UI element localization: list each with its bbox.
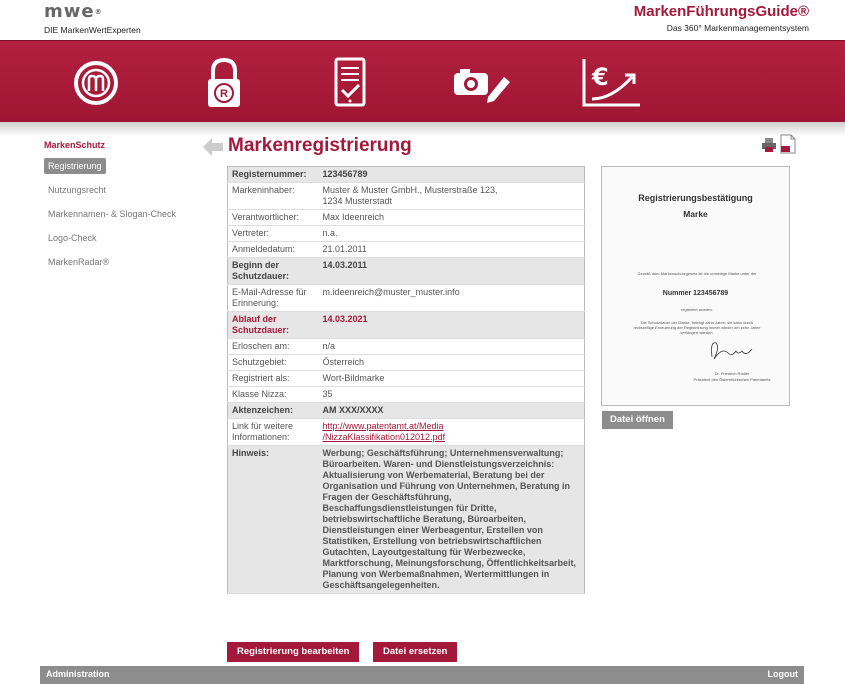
document-check-icon[interactable] (322, 55, 378, 111)
detail-label: Erloschen am: (232, 341, 290, 351)
detail-row: Ablauf der Schutzdauer: 14.03.2021 (227, 311, 585, 339)
detail-value: Österreich (322, 357, 365, 367)
detail-label: Markeninhaber: (232, 185, 295, 195)
detail-label: Schutzgebiet: (232, 357, 287, 367)
replace-file-button[interactable]: Datei ersetzen (373, 642, 458, 662)
detail-label: Klasse Nizza: (232, 389, 287, 399)
detail-value: 14.03.2011 (322, 260, 368, 270)
detail-label: Beginn der Schutzdauer: (232, 260, 290, 281)
detail-value: Wort-Bildmarke (322, 373, 385, 383)
detail-row: Hinweis: Werbung; Geschäftsführung; Unter… (227, 445, 585, 594)
detail-value: AM XXX/XXXX (322, 405, 384, 415)
detail-value: Max Ideenreich (322, 212, 385, 222)
logo-subtitle: DIE MarkenWertExperten (44, 25, 141, 35)
logo-mark-text: mwe (44, 1, 95, 22)
edit-registration-button[interactable]: Registrierung bearbeiten (227, 642, 360, 662)
mwe-logo[interactable]: mwe® DIE MarkenWertExperten (44, 3, 141, 36)
detail-label: Registriert als: (232, 373, 290, 383)
detail-label: Aktenzeichen: (232, 405, 294, 415)
details-body: Registernummer: 123456789 Markeninhaber: Mu… (227, 166, 585, 594)
euro-chart-icon[interactable]: € (578, 55, 644, 111)
footer-bar: Administration Logout (40, 666, 804, 684)
detail-label: E-Mail-Adresse für Erinnerung: (232, 287, 307, 308)
detail-label: Ablauf der Schutzdauer: (232, 314, 290, 335)
logo-mark: mwe® (44, 3, 141, 21)
detail-label: Registernummer: (232, 169, 307, 179)
detail-row: Vertreter: n.a. (227, 226, 585, 242)
sidebar-item-slogan-check[interactable]: Markennamen- & Slogan-Check (44, 206, 204, 222)
detail-row: Anmeldedatum: 21.01.2011 (227, 242, 585, 258)
camera-pencil-icon[interactable] (448, 55, 514, 111)
detail-row: Registriert als: Wort-Bildmarke (227, 371, 585, 387)
svg-text:€: € (591, 63, 609, 91)
open-file-button[interactable]: Datei öffnen (602, 411, 673, 429)
back-arrow-icon[interactable] (203, 138, 223, 156)
preview-line-1: Gemäß dem Markenschutzgesetz ist die ums… (637, 271, 757, 276)
pdf-icon[interactable] (780, 134, 796, 154)
detail-row: Schutzgebiet: Österreich (227, 355, 585, 371)
detail-value: n/a (322, 341, 336, 351)
signature-icon (711, 342, 753, 360)
brand-name: MarkenFührungsGuide® (633, 3, 809, 20)
sidebar-section-title[interactable]: MarkenSchutz (44, 140, 204, 150)
brand-m-icon[interactable] (68, 55, 124, 111)
certificate-preview[interactable]: Registrierungsbestätigung Marke Gemäß de… (601, 166, 790, 406)
preview-subtitle: Marke (683, 209, 708, 219)
sidebar-item-logo-check[interactable]: Logo-Check (44, 230, 204, 246)
detail-row: Verantwortlicher: Max Ideenreich (227, 210, 585, 226)
brand-block: MarkenFührungsGuide® Das 360° Markenmana… (634, 3, 809, 33)
padlock-registered-icon[interactable]: R (196, 55, 252, 111)
detail-value: 21.01.2011 (322, 244, 367, 254)
preview-line-3: Die Schutzdauer der Marke, beträgt zehn … (633, 320, 761, 335)
detail-label: Verantwortlicher: (232, 212, 300, 222)
detail-row: Aktenzeichen: AM XXX/XXXX (227, 402, 585, 419)
preview-line-2: registriert worden. (680, 307, 713, 312)
administration-link[interactable]: Administration (46, 669, 110, 679)
detail-value: n.a. (322, 228, 338, 238)
preview-title: Registrierungsbestätigung (638, 193, 753, 203)
sidebar-item-registrierung[interactable]: Registrierung (44, 158, 106, 174)
logo-registered-sign: ® (94, 8, 103, 16)
detail-label: Hinweis: (232, 448, 270, 458)
banner-shadow-band (0, 122, 845, 136)
detail-row: Erloschen am: n/a (227, 339, 585, 355)
registration-details-table: Registernummer: 123456789 Markeninhaber: Mu… (227, 166, 585, 594)
main-navigation-banner: R € (0, 40, 845, 122)
detail-value: m.ideenreich@muster_muster.info (322, 287, 460, 297)
detail-row: Link für weitere Informationen: http://ww… (227, 419, 585, 446)
page-title: Markenregistrierung (228, 135, 412, 156)
preview-signer: Dr. Friedrich Rödler (714, 371, 750, 376)
detail-value[interactable]: http://www.patentamt.at/Media /NizzaKlas… (319, 419, 585, 446)
top-bar: mwe® DIE MarkenWertExperten MarkenFührun… (0, 0, 845, 40)
sidebar-item-markenradar[interactable]: MarkenRadar® (44, 254, 204, 270)
detail-row: Registernummer: 123456789 (227, 166, 585, 183)
detail-value: 35 (322, 389, 333, 399)
preview-signer-role: Präsident des Österreichischen Patentamt… (693, 377, 771, 382)
detail-row: Klasse Nizza: 35 (227, 387, 585, 403)
detail-value: Muster & Muster GmbH., Musterstraße 123,… (322, 185, 498, 206)
detail-row: Markeninhaber: Muster & Muster GmbH., Mus… (227, 183, 585, 210)
preview-number: Nummer 123456789 (662, 290, 729, 297)
detail-row: Beginn der Schutzdauer: 14.03.2011 (227, 257, 585, 285)
sidebar: MarkenSchutz Registrierung Nutzungsrecht… (44, 140, 204, 278)
logout-link[interactable]: Logout (768, 669, 799, 679)
print-icon[interactable] (762, 138, 776, 152)
detail-label: Anmeldedatum: (232, 244, 296, 254)
sidebar-item-nutzungsrecht[interactable]: Nutzungsrecht (44, 182, 204, 198)
brand-tagline: Das 360° Markenmanagementsystem (666, 23, 809, 33)
detail-row: E-Mail-Adresse für Erinnerung: m.ideenrei… (227, 285, 585, 312)
detail-value: 14.03.2021 (322, 314, 368, 324)
svg-text:R: R (220, 88, 228, 100)
detail-label: Vertreter: (232, 228, 270, 238)
detail-value: Werbung; Geschäftsführung; Unternehmensv… (322, 448, 577, 590)
detail-label: Link für weitere Informationen: (232, 421, 294, 442)
info-link[interactable]: http://www.patentamt.at/Media /NizzaKlas… (323, 421, 446, 442)
detail-value: 123456789 (322, 169, 368, 179)
